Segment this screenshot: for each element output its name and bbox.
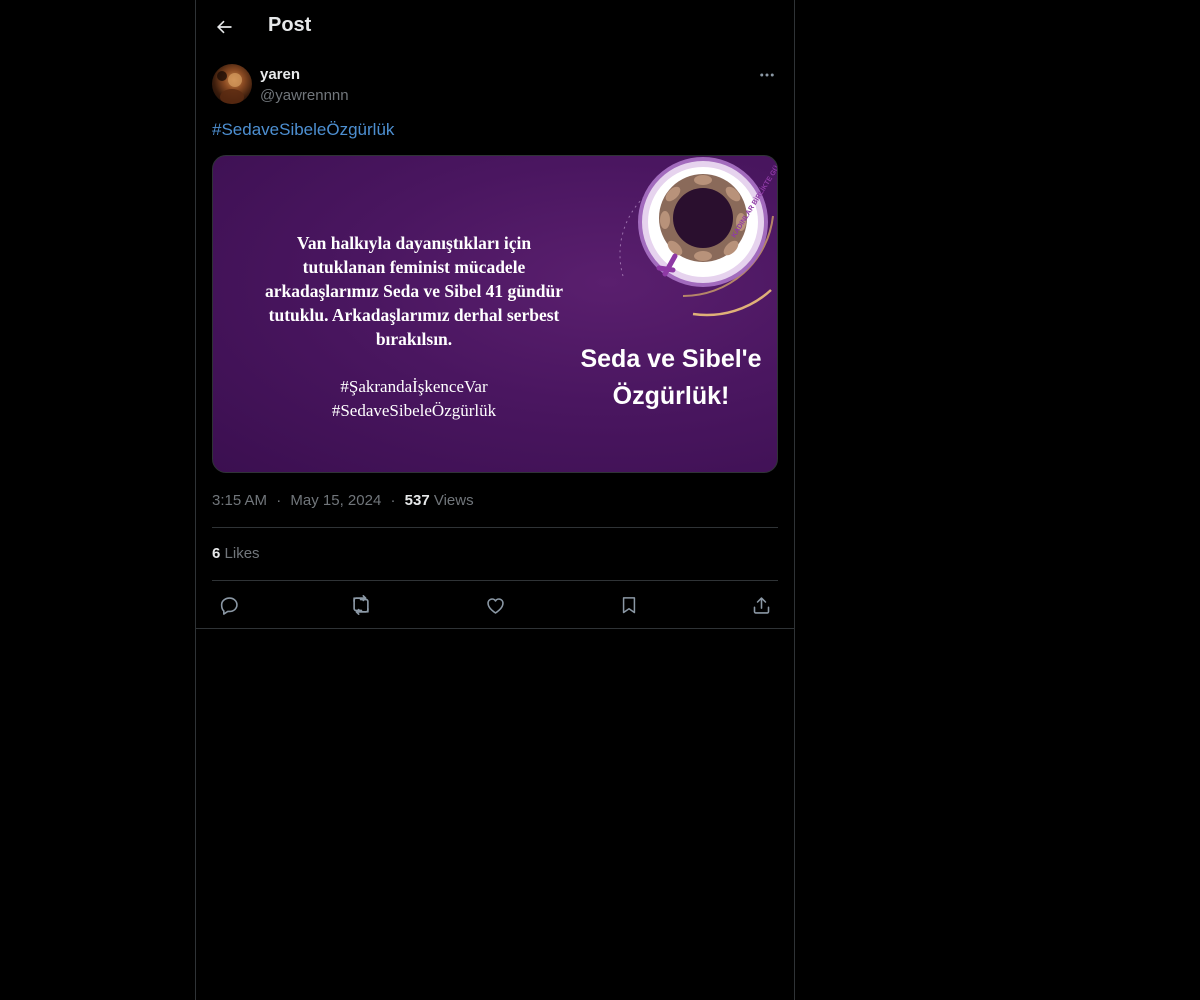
bookmark-icon: [622, 597, 636, 614]
views-label: Views: [433, 492, 474, 509]
feminist-logo: KADINLAR BİRLİKTE GÜÇLÜ: [638, 156, 777, 287]
like-icon: [486, 597, 504, 614]
image-headline-2: Özgürlük!: [613, 381, 730, 410]
divider: [212, 580, 778, 581]
image-hashtag-1: #ŞakrandaİşkenceVar: [340, 377, 488, 396]
post-time[interactable]: 3:15 AM: [212, 492, 267, 509]
meta-separator: ·: [276, 492, 282, 509]
post-media-image[interactable]: KADINLAR BİRLİKTE GÜÇLÜ Van halkıyla day…: [212, 155, 778, 473]
reply-icon: [220, 596, 238, 615]
post-author: yaren @yawrennnn: [212, 64, 778, 108]
share-icon: [753, 596, 769, 614]
more-horizontal-icon: [760, 73, 774, 77]
more-options-button[interactable]: [756, 64, 778, 86]
avatar[interactable]: [212, 64, 252, 104]
repost-button[interactable]: [344, 588, 378, 622]
divider: [196, 628, 794, 629]
hashtag-link[interactable]: #SedaveSibeleÖzgürlük: [212, 120, 394, 139]
image-text-line-3: arkadaşlarımız Seda ve Sibel 41 gündür: [265, 281, 563, 301]
reply-button[interactable]: [212, 588, 246, 622]
post-column: Post yaren @yawrennnn #SedaveSibeleÖzgür…: [195, 0, 795, 1000]
author-handle[interactable]: @yawrennnn: [260, 87, 349, 104]
arrow-left-icon: [217, 20, 232, 34]
post-date[interactable]: May 15, 2024: [290, 492, 381, 509]
views-count: 537: [404, 492, 430, 509]
page-title: Post: [268, 14, 312, 36]
image-text-line-1: Van halkıyla dayanıştıkları için: [297, 233, 531, 253]
top-bar: Post: [196, 0, 794, 54]
repost-icon: [353, 595, 369, 615]
bookmark-button[interactable]: [612, 588, 646, 622]
like-button[interactable]: [478, 588, 512, 622]
image-text-line-2: tutuklanan feminist mücadele: [303, 257, 526, 277]
likes-label: Likes: [224, 545, 260, 562]
image-headline-1: Seda ve Sibel'e: [580, 345, 761, 373]
image-text-line-4: tutuklu. Arkadaşlarımız derhal serbest: [269, 305, 560, 325]
back-button[interactable]: [208, 11, 240, 43]
author-display-name[interactable]: yaren: [260, 66, 300, 83]
action-bar: [212, 588, 778, 622]
image-hashtag-2: #SedaveSibeleÖzgürlük: [332, 401, 497, 420]
likes-stat[interactable]: 6 Likes: [212, 545, 260, 562]
meta-separator: ·: [390, 492, 396, 509]
post-metadata: 3:15 AM · May 15, 2024 · 537 Views: [212, 492, 474, 509]
post-text: #SedaveSibeleÖzgürlük: [212, 120, 394, 140]
divider: [212, 527, 778, 528]
share-button[interactable]: [744, 588, 778, 622]
image-text-line-5: bırakılsın.: [376, 329, 452, 349]
likes-count: 6: [212, 545, 221, 562]
